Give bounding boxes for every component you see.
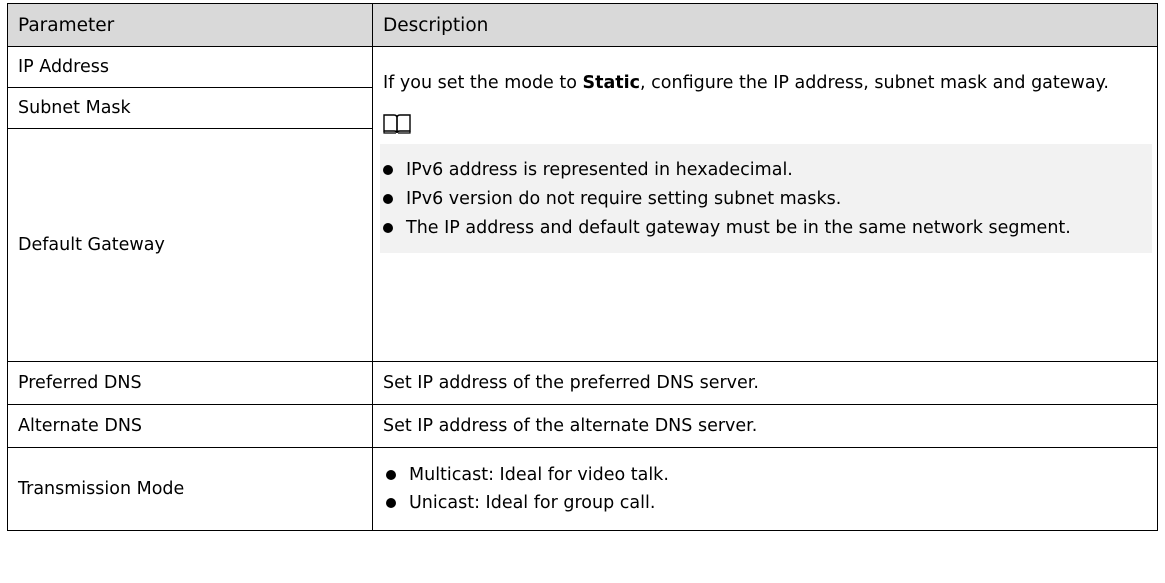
- param-ip-address: IP Address: [7, 46, 373, 88]
- table-row: Transmission Mode Multicast: Ideal for v…: [7, 447, 1158, 531]
- transmission-text: Unicast: Ideal for group call.: [409, 493, 656, 513]
- static-desc-suffix: , configure the IP address, subnet mask …: [640, 73, 1109, 93]
- note-text: IPv6 address is represented in hexadecim…: [406, 160, 793, 180]
- table-header-row: Parameter Description: [7, 3, 1158, 47]
- table-row: IP Address If you set the mode to Static…: [7, 46, 1158, 362]
- static-description-cell: If you set the mode to Static, configure…: [372, 46, 1158, 362]
- list-item: Unicast: Ideal for group call.: [383, 489, 1147, 517]
- list-item: Multicast: Ideal for video talk.: [383, 461, 1147, 489]
- bullet-icon: [383, 165, 393, 175]
- list-item: IPv6 address is represented in hexadecim…: [380, 156, 1152, 185]
- list-item: IPv6 version do not require setting subn…: [380, 185, 1152, 214]
- transmission-text: Multicast: Ideal for video talk.: [409, 465, 669, 485]
- param-subnet-mask: Subnet Mask: [7, 87, 373, 129]
- param-default-gateway: Default Gateway: [7, 128, 373, 362]
- static-description: If you set the mode to Static, configure…: [383, 68, 1147, 99]
- parameter-table: Parameter Description IP Address If you …: [7, 3, 1158, 531]
- bullet-icon: [386, 498, 396, 508]
- bullet-icon: [383, 194, 393, 204]
- header-parameter: Parameter: [7, 3, 373, 47]
- param-alternate-dns: Alternate DNS: [7, 404, 373, 448]
- table-row: Alternate DNS Set IP address of the alte…: [7, 404, 1158, 448]
- book-icon: [383, 114, 411, 134]
- param-preferred-dns: Preferred DNS: [7, 361, 373, 405]
- header-description: Description: [372, 3, 1158, 47]
- transmission-list: Multicast: Ideal for video talk. Unicast…: [383, 461, 1147, 517]
- param-transmission-mode: Transmission Mode: [7, 447, 373, 531]
- table-row: Preferred DNS Set IP address of the pref…: [7, 361, 1158, 405]
- preferred-dns-description: Set IP address of the preferred DNS serv…: [372, 361, 1158, 405]
- static-desc-prefix: If you set the mode to: [383, 73, 583, 93]
- alternate-dns-description: Set IP address of the alternate DNS serv…: [372, 404, 1158, 448]
- bullet-icon: [386, 470, 396, 480]
- note-list: IPv6 address is represented in hexadecim…: [380, 156, 1152, 243]
- note-text: The IP address and default gateway must …: [406, 218, 1071, 238]
- static-desc-bold: Static: [582, 73, 641, 93]
- list-item: The IP address and default gateway must …: [380, 214, 1152, 243]
- bullet-icon: [383, 223, 393, 233]
- note-box: IPv6 address is represented in hexadecim…: [380, 144, 1152, 253]
- note-text: IPv6 version do not require setting subn…: [406, 189, 842, 209]
- transmission-mode-description: Multicast: Ideal for video talk. Unicast…: [372, 447, 1158, 531]
